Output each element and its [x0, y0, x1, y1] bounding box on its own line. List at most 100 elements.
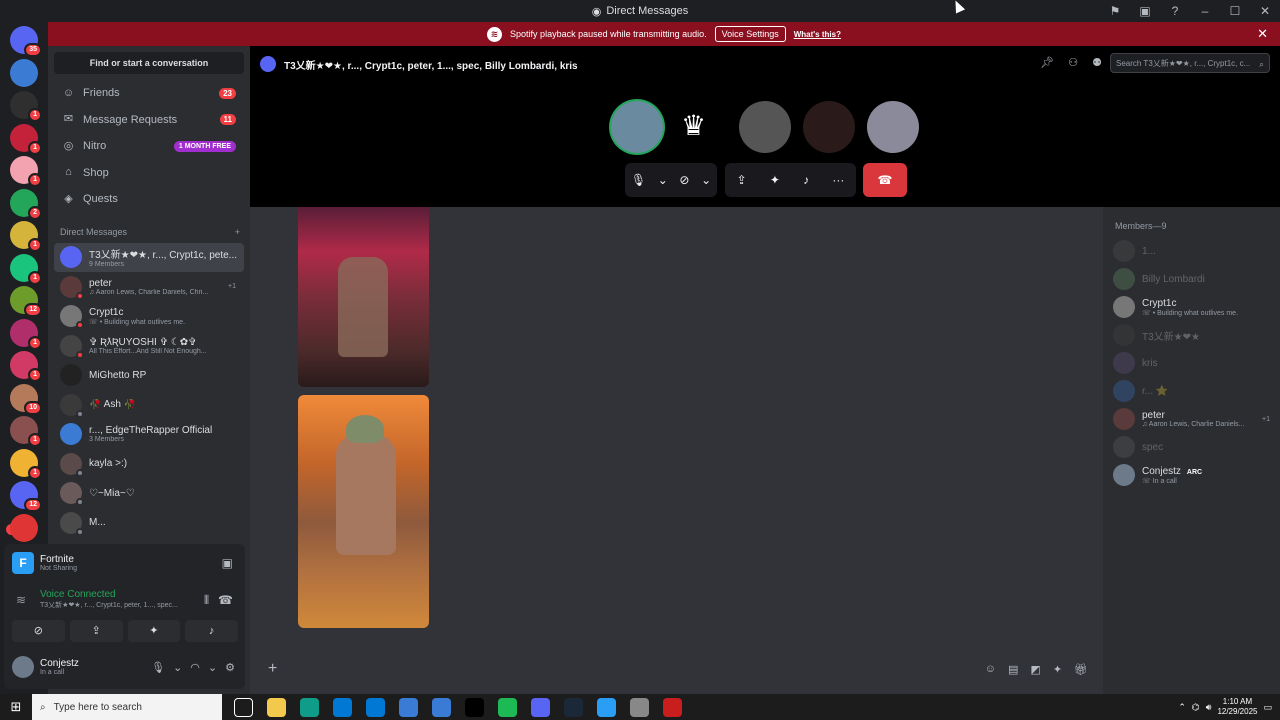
- apps-icon[interactable]: ✦: [1053, 663, 1062, 676]
- sticker-icon[interactable]: ◩: [1030, 663, 1040, 676]
- chevron-down-icon[interactable]: ⌄: [701, 173, 711, 187]
- member-item[interactable]: Conjestz ARC ☏ In a call: [1113, 461, 1280, 489]
- participant-avatar[interactable]: [867, 101, 919, 153]
- dm-item[interactable]: ✞ ƦƛƦUYOSHI ✞ ☾✿✞ All This Effort...And S…: [54, 331, 244, 361]
- member-item[interactable]: T3乂新★❤★: [1113, 321, 1280, 349]
- screen-share-icon[interactable]: ⇪: [737, 173, 747, 187]
- microphone-icon[interactable]: 🎙︎: [151, 661, 165, 674]
- member-item[interactable]: Billy Lombardi: [1113, 265, 1280, 293]
- server-icon[interactable]: 1: [10, 253, 42, 285]
- server-icon[interactable]: [10, 513, 38, 542]
- headphones-icon[interactable]: ◠: [190, 661, 200, 674]
- server-icon[interactable]: 12: [10, 481, 42, 512]
- dm-item[interactable]: T3乂新★❤★, r..., Crypt1c, pete... 9 Members: [54, 242, 244, 272]
- chevron-down-icon[interactable]: ⌄: [658, 173, 668, 187]
- close-icon[interactable]: ✕: [1257, 26, 1268, 42]
- tray-chevron-icon[interactable]: ⌃: [1178, 702, 1186, 713]
- taskbar-search[interactable]: ⌕ Type here to search: [32, 694, 222, 720]
- participant-avatar[interactable]: [803, 101, 855, 153]
- disconnect-icon[interactable]: ☎: [218, 593, 233, 607]
- add-attachment-icon[interactable]: +: [268, 660, 277, 678]
- search-input[interactable]: Search T3乂新★❤★, r..., Crypt1c, c... ⌕: [1110, 53, 1270, 73]
- close-window-button[interactable]: ✕: [1250, 4, 1280, 18]
- dm-item[interactable]: peter ♫ Aaron Lewis, Charlie Daniels, Chr…: [54, 272, 244, 302]
- network-icon[interactable]: ⌬: [1192, 702, 1200, 713]
- server-icon[interactable]: 1: [10, 123, 42, 155]
- taskbar-app-icon[interactable]: [333, 697, 352, 717]
- sidebar-item-quests[interactable]: ◈ Quests: [54, 186, 244, 213]
- dm-item[interactable]: r..., EdgeTheRapper Official 3 Members: [54, 420, 244, 450]
- windows-start-icon[interactable]: ⊞: [0, 699, 32, 715]
- member-item[interactable]: r... ⭐: [1113, 377, 1280, 405]
- member-item[interactable]: 1...: [1113, 237, 1280, 265]
- pin-icon[interactable]: 📌︎: [1040, 56, 1054, 69]
- message-composer[interactable]: + ☺ ▤ ◩ ✦ 🎁︎: [256, 655, 1096, 683]
- taskbar-app-icon[interactable]: [267, 697, 286, 717]
- server-icon[interactable]: 1: [10, 351, 42, 382]
- activities-button[interactable]: ✦: [127, 620, 181, 642]
- member-item[interactable]: Crypt1c ☏ • Building what outlives me.: [1113, 293, 1280, 321]
- taskbar-app-icon[interactable]: [465, 697, 484, 717]
- taskbar-app-icon[interactable]: [498, 697, 517, 717]
- voice-status[interactable]: ≋ Voice Connected T3乂新★❤★, r..., Crypt1c…: [12, 589, 237, 610]
- dm-item[interactable]: ♡~Mia~♡: [54, 479, 244, 509]
- minimize-button[interactable]: –: [1190, 4, 1220, 18]
- taskbar-app-icon[interactable]: [597, 697, 616, 717]
- soundboard-button[interactable]: ♪: [185, 620, 238, 642]
- member-item[interactable]: spec: [1113, 433, 1280, 461]
- dm-item[interactable]: MiGhetto RP: [54, 361, 244, 391]
- sidebar-item-message-requests[interactable]: ✉ Message Requests 11: [54, 107, 244, 134]
- help-icon[interactable]: ?: [1160, 4, 1190, 18]
- add-friends-icon[interactable]: ⚇: [1068, 56, 1078, 69]
- participant-avatar[interactable]: [739, 101, 791, 153]
- emoji-icon[interactable]: ☺: [985, 663, 996, 676]
- add-dm-icon[interactable]: +: [235, 227, 240, 237]
- taskbar-app-icon[interactable]: [234, 697, 253, 717]
- dm-item[interactable]: 🥀 Ash 🥀: [54, 390, 244, 420]
- dm-item[interactable]: Crypt1c ☏ • Building what outlives me.: [54, 302, 244, 332]
- camera-off-button[interactable]: ⊘: [12, 620, 65, 642]
- taskbar-app-icon[interactable]: [531, 697, 550, 717]
- camera-off-icon[interactable]: ⊘: [679, 173, 689, 187]
- server-icon[interactable]: 10: [10, 383, 42, 415]
- screen-icon[interactable]: ▣: [1130, 4, 1160, 18]
- server-icon[interactable]: 12: [10, 286, 42, 317]
- taskbar-app-icon[interactable]: [366, 697, 385, 717]
- dm-item[interactable]: M...: [54, 508, 244, 538]
- server-icon[interactable]: [10, 58, 38, 87]
- gift-icon[interactable]: 🎁︎: [1074, 663, 1088, 676]
- user-info[interactable]: Conjestz In a call 🎙︎ ⌄ ◠ ⌄ ⚙: [12, 656, 237, 678]
- participant-avatar[interactable]: [611, 101, 663, 153]
- taskbar-app-icon[interactable]: [399, 697, 418, 717]
- gif-icon[interactable]: ▤: [1008, 663, 1018, 676]
- image-attachment[interactable]: [298, 207, 429, 387]
- server-icon[interactable]: 35: [10, 26, 42, 57]
- taskbar-app-icon[interactable]: [630, 697, 649, 717]
- server-icon[interactable]: 1: [10, 221, 42, 252]
- volume-icon[interactable]: 🔊︎: [1206, 702, 1212, 713]
- taskbar-app-icon[interactable]: [564, 697, 583, 717]
- server-icon[interactable]: 1: [10, 91, 42, 122]
- maximize-button[interactable]: ☐: [1220, 4, 1250, 18]
- more-icon[interactable]: ···: [832, 173, 844, 187]
- inbox-icon[interactable]: ⚑: [1100, 4, 1130, 18]
- voice-settings-button[interactable]: Voice Settings: [714, 26, 786, 42]
- members-icon[interactable]: ⚉: [1092, 56, 1102, 69]
- whats-this-link[interactable]: What's this?: [794, 30, 841, 39]
- activities-icon[interactable]: ✦: [770, 173, 780, 187]
- image-attachment[interactable]: [298, 395, 429, 628]
- share-screen-icon[interactable]: ▣: [222, 556, 233, 570]
- microphone-icon[interactable]: 🎙︎: [631, 173, 646, 187]
- server-icon[interactable]: 1: [10, 318, 42, 350]
- activity-card[interactable]: F Fortnite Not Sharing: [12, 552, 77, 574]
- member-item[interactable]: peter ♫ Aaron Lewis, Charlie Daniels... +1: [1113, 405, 1280, 433]
- participant-avatar[interactable]: ♛: [675, 101, 727, 153]
- member-item[interactable]: kris: [1113, 349, 1280, 377]
- sidebar-item-nitro[interactable]: ◎ Nitro 1 MONTH FREE: [54, 133, 244, 160]
- hang-up-button[interactable]: ☎: [863, 163, 907, 197]
- gear-icon[interactable]: ⚙: [225, 661, 235, 674]
- chevron-down-icon[interactable]: ⌄: [208, 661, 217, 674]
- dm-item[interactable]: kayla >:): [54, 449, 244, 479]
- server-icon[interactable]: 1: [10, 416, 42, 447]
- taskbar-app-icon[interactable]: [663, 697, 682, 717]
